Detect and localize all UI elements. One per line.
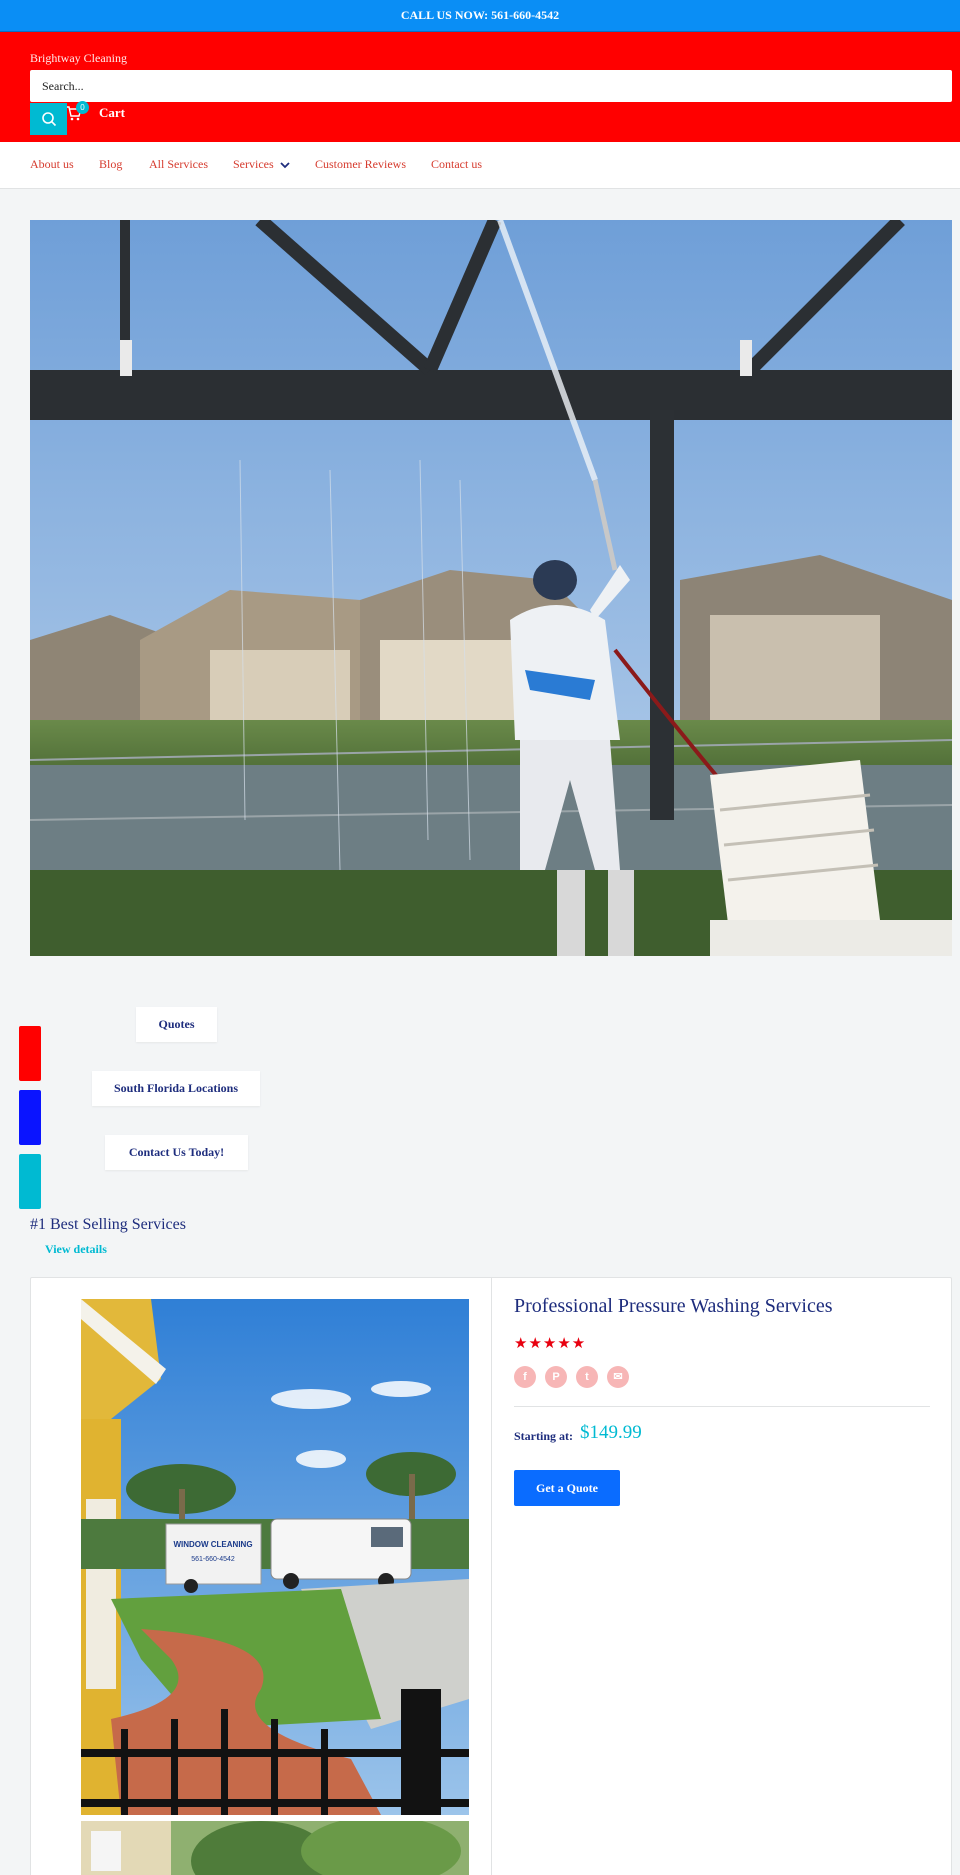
side-tab-red[interactable] — [19, 1026, 41, 1081]
announcement-bar[interactable]: CALL US NOW: 561-660-4542 — [0, 0, 960, 32]
svg-text:WINDOW CLEANING: WINDOW CLEANING — [173, 1540, 252, 1549]
price-divider — [514, 1406, 930, 1407]
nav-item-contact-us[interactable]: Contact us — [431, 157, 482, 172]
cart-count-badge: 0 — [76, 101, 89, 114]
view-details-link[interactable]: View details — [45, 1242, 107, 1257]
product-title[interactable]: Professional Pressure Washing Services — [514, 1295, 833, 1318]
site-header: Brightway Cleaning 0 Cart — [0, 32, 960, 142]
get-a-quote-button[interactable]: Get a Quote — [514, 1470, 620, 1506]
quotes-button[interactable]: Quotes — [136, 1007, 217, 1042]
email-icon[interactable]: ✉ — [607, 1366, 629, 1388]
nav-item-blog[interactable]: Blog — [99, 157, 122, 172]
product-image[interactable]: WINDOW CLEANING 561-660-4542 — [81, 1299, 469, 1815]
contact-us-today-button[interactable]: Contact Us Today! — [105, 1135, 248, 1170]
chevron-down-icon — [280, 162, 290, 169]
south-florida-locations-button[interactable]: South Florida Locations — [92, 1071, 260, 1106]
product-photo: WINDOW CLEANING 561-660-4542 — [81, 1299, 469, 1815]
twitter-icon[interactable]: t — [576, 1366, 598, 1388]
nav-item-all-services[interactable]: All Services — [149, 157, 208, 172]
nav-item-about-us[interactable]: About us — [30, 157, 74, 172]
site-logo-text[interactable]: Brightway Cleaning — [30, 51, 127, 66]
facebook-icon[interactable]: f — [514, 1366, 536, 1388]
search-icon — [41, 112, 56, 127]
featured-product-card: WINDOW CLEANING 561-660-4542 Professiona… — [30, 1277, 952, 1875]
announcement-phone[interactable]: CALL US NOW: 561-660-4542 — [401, 8, 559, 22]
search-button[interactable] — [30, 103, 67, 135]
search-input[interactable] — [30, 70, 952, 102]
price-label: Starting at: — [514, 1429, 573, 1443]
product-thumbnail-photo — [81, 1821, 469, 1875]
nav-item-services[interactable]: Services — [233, 157, 290, 172]
nav-item-customer-reviews[interactable]: Customer Reviews — [315, 157, 406, 172]
hero-image[interactable] — [30, 220, 952, 956]
main-navigation: About us Blog All Services Services Cust… — [0, 142, 960, 189]
side-tab-cyan[interactable] — [19, 1154, 41, 1209]
cart-label: Cart — [99, 105, 125, 120]
pinterest-icon[interactable]: P — [545, 1366, 567, 1388]
side-tab-blue[interactable] — [19, 1090, 41, 1145]
section-title: #1 Best Selling Services — [30, 1216, 186, 1233]
hero-photo — [30, 220, 952, 956]
product-thumbnail[interactable] — [81, 1821, 469, 1875]
product-price: $149.99 — [580, 1422, 642, 1443]
card-divider — [491, 1278, 492, 1875]
svg-text:561-660-4542: 561-660-4542 — [191, 1556, 235, 1563]
product-rating-stars[interactable]: ★★★★★ — [514, 1334, 586, 1353]
cart-link[interactable]: 0 Cart — [66, 101, 126, 126]
nav-item-services-label: Services — [233, 157, 274, 171]
